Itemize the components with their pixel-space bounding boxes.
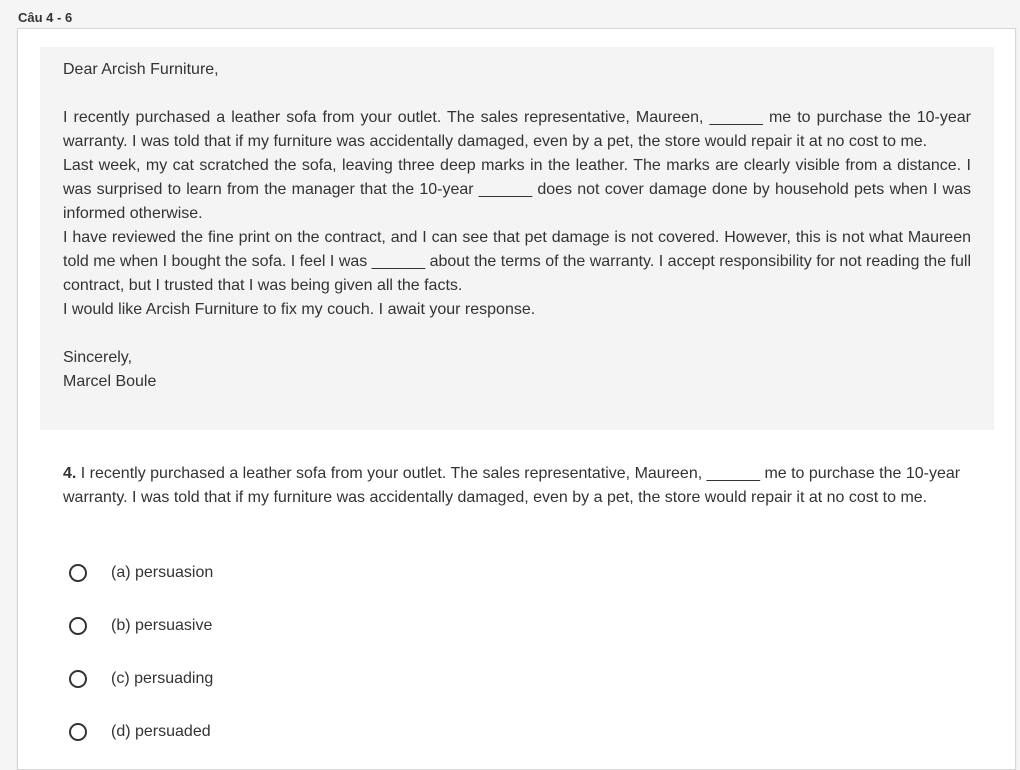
letter-closing: Sincerely, xyxy=(63,349,133,366)
letter-paragraph-2: Last week, my cat scratched the sofa, le… xyxy=(63,157,971,222)
answer-option-d[interactable]: (d) persuaded xyxy=(69,723,211,741)
reading-passage: Dear Arcish Furniture, I recently purcha… xyxy=(40,47,994,430)
answer-option-c[interactable]: (c) persuading xyxy=(69,670,213,688)
answer-option-a[interactable]: (a) persuasion xyxy=(69,564,213,582)
section-title: Câu 4 - 6 xyxy=(18,10,73,25)
answer-option-label: (d) persuaded xyxy=(111,723,211,740)
letter-paragraph-4: I would like Arcish Furniture to fix my … xyxy=(63,301,536,318)
letter-paragraph-1: I recently purchased a leather sofa from… xyxy=(63,109,971,150)
answer-option-b[interactable]: (b) persuasive xyxy=(69,617,212,635)
answer-option-label: (a) persuasion xyxy=(111,564,214,581)
question-text: I recently purchased a leather sofa from… xyxy=(63,465,961,506)
radio-button-icon[interactable] xyxy=(69,617,87,635)
radio-button-icon[interactable] xyxy=(69,564,87,582)
question-stem: 4. I recently purchased a leather sofa f… xyxy=(63,462,973,510)
answer-option-label: (c) persuading xyxy=(111,670,214,687)
letter-paragraph-3: I have reviewed the fine print on the co… xyxy=(63,229,971,294)
letter-signature: Marcel Boule xyxy=(63,373,157,390)
question-number: 4. xyxy=(63,465,77,482)
answer-option-label: (b) persuasive xyxy=(111,617,213,634)
radio-button-icon[interactable] xyxy=(69,670,87,688)
radio-button-icon[interactable] xyxy=(69,723,87,741)
letter-greeting: Dear Arcish Furniture, xyxy=(63,61,219,78)
question-card: Dear Arcish Furniture, I recently purcha… xyxy=(17,28,1016,770)
